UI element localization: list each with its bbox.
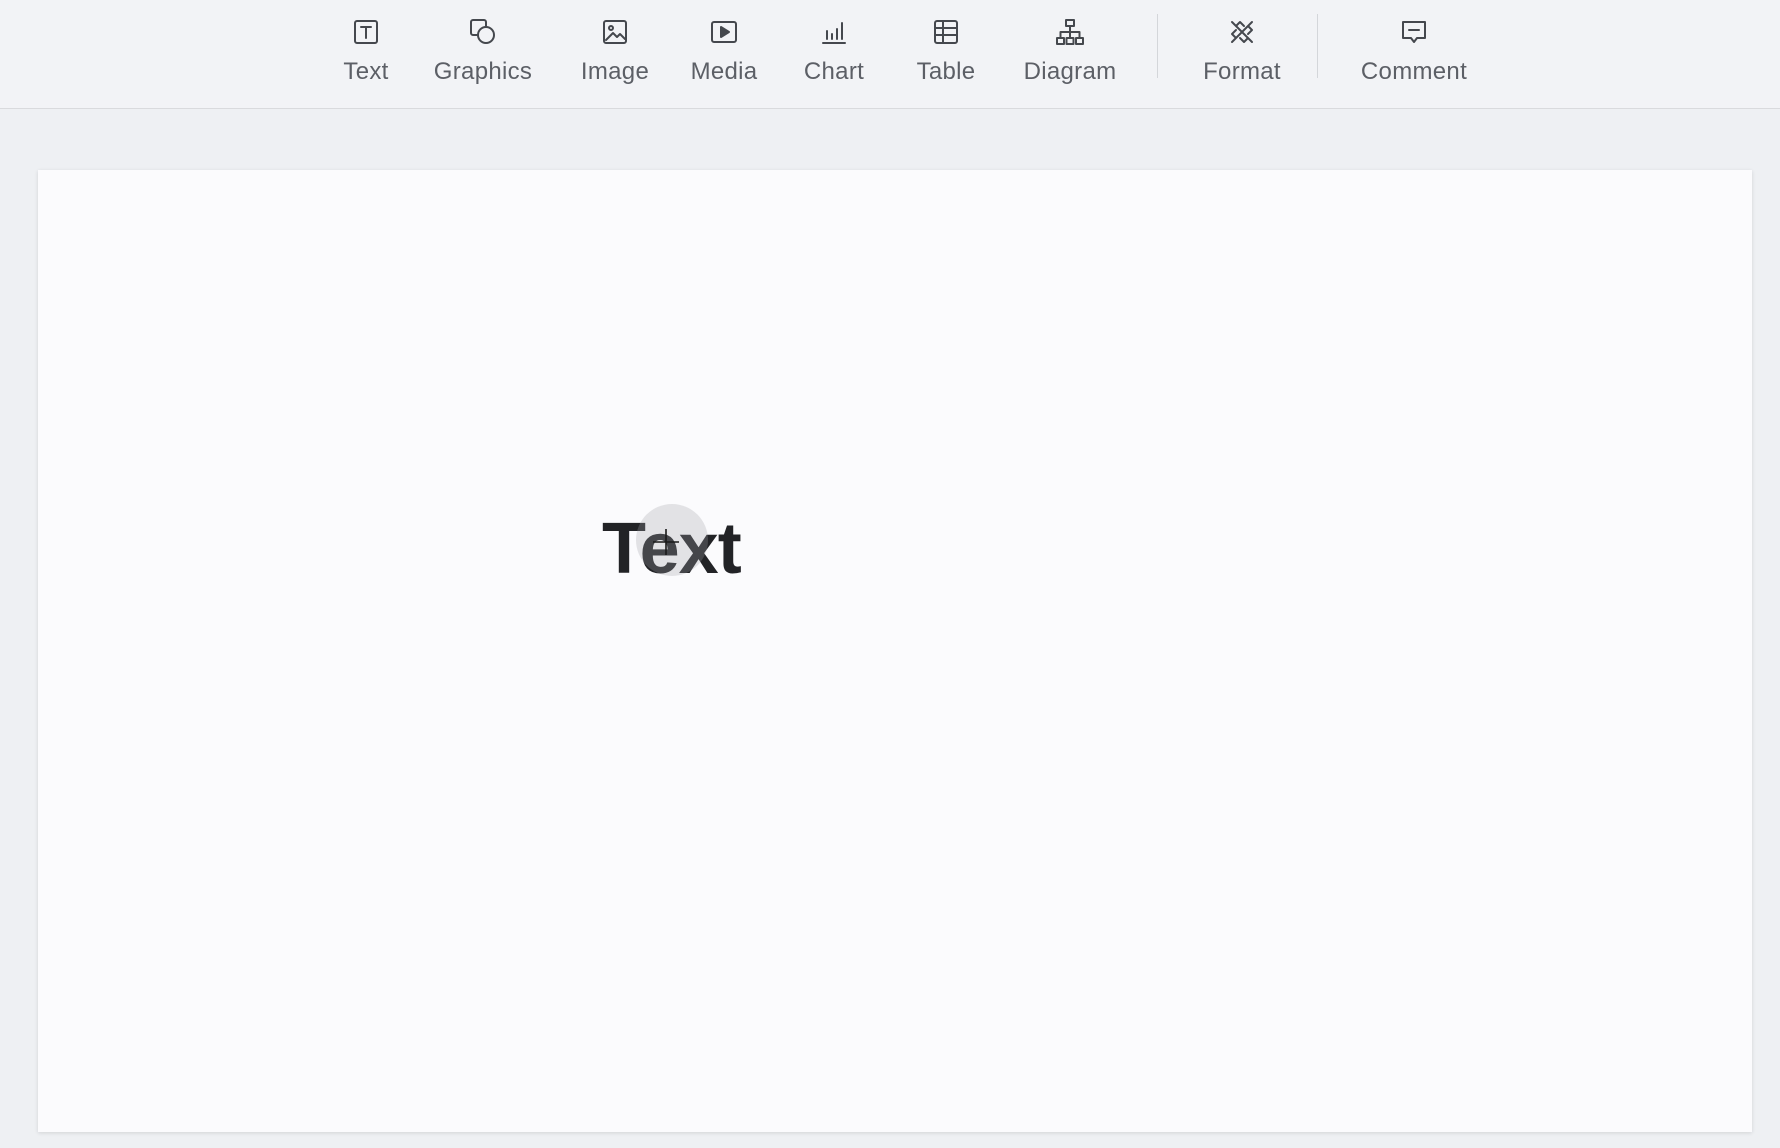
comment-button[interactable]: Comment: [1352, 0, 1476, 108]
insert-image-button[interactable]: Image: [572, 0, 658, 108]
image-icon: [600, 17, 630, 47]
shapes-icon: [468, 17, 498, 47]
slide[interactable]: Text: [38, 170, 1752, 1132]
format-button[interactable]: Format: [1192, 0, 1292, 108]
insert-chart-label: Chart: [803, 58, 865, 85]
format-brush-icon: [1227, 17, 1257, 47]
top-toolbar: Text Graphics Image Media Chart Table Di…: [0, 0, 1780, 109]
insert-diagram-label: Diagram: [1023, 58, 1117, 85]
toolbar-separator: [1317, 14, 1318, 78]
comment-icon: [1399, 17, 1429, 47]
insert-image-label: Image: [580, 58, 650, 85]
media-play-icon: [709, 17, 739, 47]
org-chart-icon: [1055, 17, 1085, 47]
format-label: Format: [1203, 58, 1281, 85]
insert-chart-button[interactable]: Chart: [796, 0, 872, 108]
insert-graphics-label: Graphics: [433, 58, 533, 85]
insert-table-button[interactable]: Table: [908, 0, 984, 108]
crosshair-cursor-icon: [652, 528, 680, 556]
insert-table-label: Table: [916, 58, 976, 85]
insert-text-button[interactable]: Text: [336, 0, 396, 108]
toolbar-separator: [1157, 14, 1158, 78]
table-icon: [931, 17, 961, 47]
comment-label: Comment: [1360, 58, 1468, 85]
insert-media-button[interactable]: Media: [684, 0, 764, 108]
insert-diagram-button[interactable]: Diagram: [1018, 0, 1122, 108]
insert-media-label: Media: [690, 58, 758, 85]
insert-text-label: Text: [343, 58, 389, 85]
insert-graphics-button[interactable]: Graphics: [428, 0, 538, 108]
bar-chart-icon: [819, 17, 849, 47]
text-box-icon: [351, 17, 381, 47]
